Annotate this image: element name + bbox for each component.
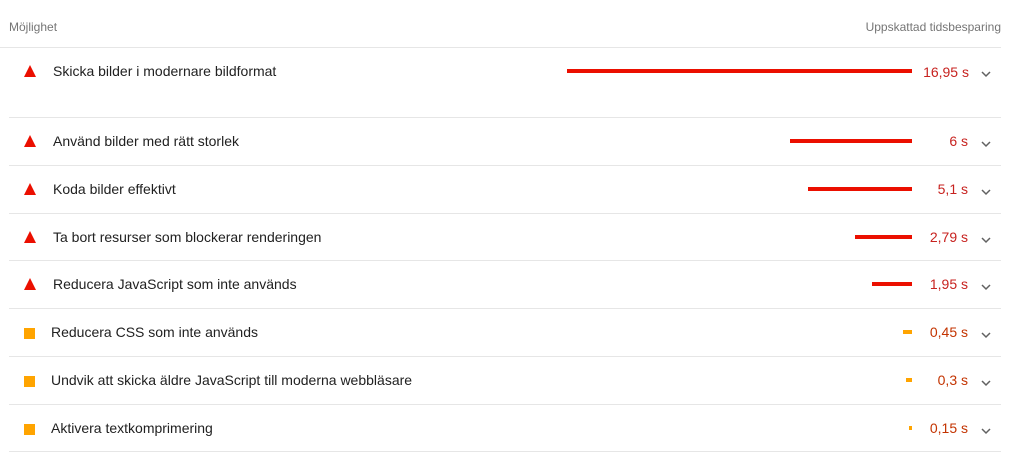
savings-bar	[909, 426, 912, 430]
savings-value: 16,95 s	[923, 64, 969, 80]
chevron-down-icon[interactable]	[978, 184, 994, 200]
savings-bar	[906, 378, 912, 382]
opportunity-label: Ta bort resurser som blockerar rendering…	[53, 229, 322, 245]
savings-value: 5,1 s	[937, 181, 968, 197]
square-average-icon	[24, 424, 35, 435]
savings-bar	[872, 282, 912, 286]
triangle-warning-icon	[24, 135, 36, 147]
savings-value: 0,45 s	[929, 324, 968, 340]
opportunities-table: Möjlighet Uppskattad tidsbesparing Skick…	[0, 0, 1019, 457]
chevron-down-icon[interactable]	[978, 136, 994, 152]
chevron-down-icon[interactable]	[978, 232, 994, 248]
header-savings-label: Uppskattad tidsbesparing	[865, 20, 1001, 34]
opportunity-row[interactable]: Ta bort resurser som blockerar rendering…	[9, 214, 1001, 261]
opportunity-row[interactable]: Använd bilder med rätt storlek 6 s	[9, 118, 1001, 166]
table-header: Möjlighet Uppskattad tidsbesparing	[0, 0, 1001, 48]
savings-value: 2,79 s	[929, 229, 968, 245]
opportunity-row[interactable]: Skicka bilder i modernare bildformat 16,9…	[9, 48, 1001, 118]
savings-value: 0,3 s	[937, 372, 968, 388]
opportunity-label: Reducera CSS som inte används	[51, 324, 258, 340]
savings-bar	[808, 187, 912, 191]
savings-bar	[567, 69, 912, 73]
opportunity-row[interactable]: Reducera JavaScript som inte används 1,95…	[9, 261, 1001, 309]
chevron-down-icon[interactable]	[978, 279, 994, 295]
savings-bar	[790, 139, 912, 143]
opportunity-row[interactable]: Koda bilder effektivt 5,1 s	[9, 166, 1001, 214]
square-average-icon	[24, 376, 35, 387]
opportunity-label: Reducera JavaScript som inte används	[53, 276, 297, 292]
triangle-warning-icon	[24, 278, 36, 290]
savings-value: 0,15 s	[929, 420, 968, 436]
square-average-icon	[24, 328, 35, 339]
opportunity-label: Aktivera textkomprimering	[51, 420, 213, 436]
triangle-warning-icon	[24, 65, 36, 77]
triangle-warning-icon	[24, 183, 36, 195]
opportunity-label: Koda bilder effektivt	[53, 181, 176, 197]
savings-value: 1,95 s	[929, 276, 968, 292]
chevron-down-icon[interactable]	[978, 423, 994, 439]
opportunity-label: Undvik att skicka äldre JavaScript till …	[51, 372, 413, 388]
opportunity-row[interactable]: Reducera CSS som inte används 0,45 s	[9, 309, 1001, 357]
savings-value: 6 s	[949, 133, 968, 149]
chevron-down-icon[interactable]	[978, 66, 994, 82]
savings-bar	[855, 235, 912, 239]
triangle-warning-icon	[24, 231, 36, 243]
opportunity-label: Använd bilder med rätt storlek	[53, 133, 239, 149]
opportunity-row[interactable]: Aktivera textkomprimering 0,15 s	[9, 405, 1001, 452]
chevron-down-icon[interactable]	[978, 327, 994, 343]
savings-bar	[903, 330, 912, 334]
opportunity-row[interactable]: Undvik att skicka äldre JavaScript till …	[9, 357, 1001, 405]
header-opportunity-label: Möjlighet	[9, 20, 58, 34]
chevron-down-icon[interactable]	[978, 375, 994, 391]
opportunity-label: Skicka bilder i modernare bildformat	[53, 63, 277, 79]
